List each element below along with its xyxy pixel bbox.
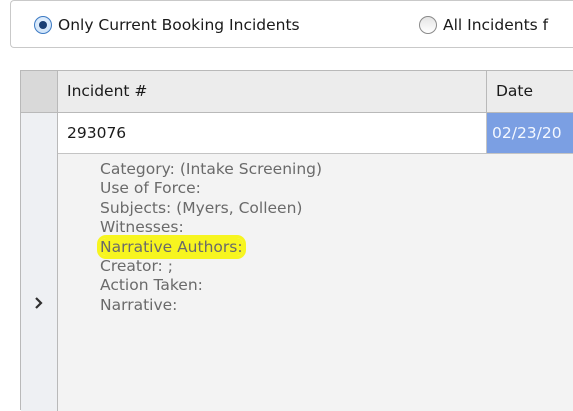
chevron-right-icon[interactable]: [32, 293, 46, 313]
detail-narrative: Narrative:: [100, 295, 178, 314]
column-header-incident-number[interactable]: Incident #: [58, 71, 487, 113]
detail-subjects: Subjects: (Myers, Colleen): [100, 198, 303, 217]
incidents-panel: Only Current Booking Incidents All Incid…: [0, 0, 573, 411]
incident-detail-panel: Category: (Intake Screening) Use of Forc…: [58, 154, 573, 411]
column-header-date[interactable]: Date: [487, 71, 573, 113]
radio-current-booking-incidents[interactable]: Only Current Booking Incidents: [34, 13, 300, 37]
radio-unselected-icon[interactable]: [419, 16, 437, 34]
detail-witnesses: Witnesses:: [100, 218, 184, 237]
radio-selected-icon[interactable]: [34, 16, 52, 34]
cell-date[interactable]: 02/23/20: [487, 113, 573, 154]
grid-corner-cell: [21, 71, 58, 113]
row-selector[interactable]: [21, 113, 58, 411]
incidents-grid: Incident # Date 293076 02/23/20 Category…: [20, 70, 573, 411]
cell-incident-number[interactable]: 293076: [58, 113, 487, 154]
detail-narrative-authors: Narrative Authors:: [100, 237, 243, 256]
detail-creator: Creator: ;: [100, 256, 173, 275]
detail-use-of-force: Use of Force:: [100, 179, 201, 198]
detail-action-taken: Action Taken:: [100, 276, 203, 295]
detail-category: Category: (Intake Screening): [100, 160, 323, 178]
radio-all-incidents[interactable]: All Incidents f: [419, 13, 548, 37]
radio-current-booking-label[interactable]: Only Current Booking Incidents: [58, 16, 300, 34]
radio-all-incidents-label[interactable]: All Incidents f: [443, 16, 548, 34]
incident-filter-group: Only Current Booking Incidents All Incid…: [10, 0, 573, 48]
